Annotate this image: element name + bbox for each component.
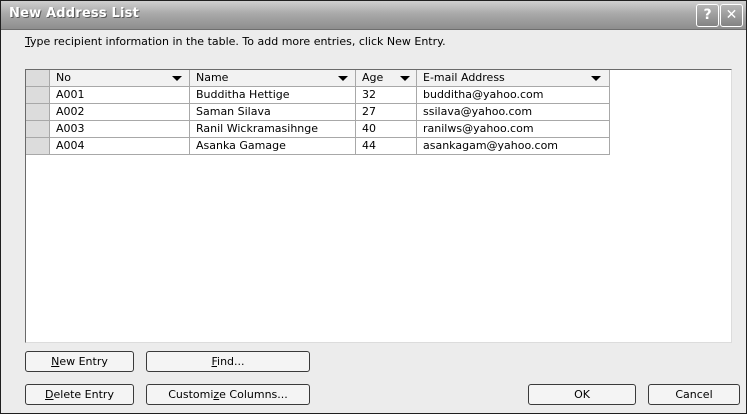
help-button[interactable]: ?: [696, 4, 719, 27]
ok-button[interactable]: OK: [528, 384, 636, 405]
cell-no[interactable]: A004: [50, 138, 190, 155]
row-selector[interactable]: [26, 104, 50, 121]
delete-entry-label: elete Entry: [53, 388, 114, 401]
column-header-age[interactable]: Age: [356, 70, 417, 87]
row-selector[interactable]: [26, 87, 50, 104]
dropdown-arrow-icon[interactable]: [172, 76, 182, 81]
instruction-rest: ype recipient information in the table. …: [30, 35, 446, 48]
dropdown-arrow-icon[interactable]: [338, 76, 348, 81]
title-bar[interactable]: New Address List ? ✕: [1, 1, 746, 30]
column-header-label: E-mail Address: [423, 71, 505, 84]
close-button[interactable]: ✕: [720, 4, 743, 27]
select-all-corner[interactable]: [26, 70, 50, 87]
delete-entry-button[interactable]: Delete Entry: [25, 384, 134, 405]
cell-name[interactable]: Saman Silava: [190, 104, 356, 121]
column-header-name[interactable]: Name: [190, 70, 356, 87]
cell-age[interactable]: 44: [356, 138, 417, 155]
row-selector[interactable]: [26, 121, 50, 138]
delete-entry-mnemonic: D: [45, 388, 54, 401]
column-header-label: No: [56, 71, 71, 84]
cell-email[interactable]: ranilws@yahoo.com: [417, 121, 610, 138]
cell-name[interactable]: Asanka Gamage: [190, 138, 356, 155]
customize-label-start: Customi: [168, 388, 214, 401]
column-header-email[interactable]: E-mail Address: [417, 70, 610, 87]
cell-no[interactable]: A002: [50, 104, 190, 121]
close-icon: ✕: [725, 7, 738, 23]
cell-email[interactable]: ssilava@yahoo.com: [417, 104, 610, 121]
column-header-label: Age: [362, 71, 384, 84]
cell-age[interactable]: 32: [356, 87, 417, 104]
cell-no[interactable]: A003: [50, 121, 190, 138]
cancel-button[interactable]: Cancel: [648, 384, 740, 405]
customize-label-end: e Columns...: [219, 388, 288, 401]
cell-name[interactable]: Ranil Wickramasihnge: [190, 121, 356, 138]
new-address-list-dialog: New Address List ? ✕ Type recipient info…: [0, 0, 747, 414]
new-entry-button[interactable]: New Entry: [25, 351, 134, 372]
find-button[interactable]: Find...: [146, 351, 310, 372]
cell-no[interactable]: A001: [50, 87, 190, 104]
column-header-no[interactable]: No: [50, 70, 190, 87]
customize-columns-button[interactable]: Customize Columns...: [146, 384, 310, 405]
new-entry-label: ew Entry: [59, 355, 108, 368]
dropdown-arrow-icon[interactable]: [400, 76, 410, 81]
instruction-text: Type recipient information in the table.…: [25, 35, 446, 48]
help-icon: ?: [703, 7, 712, 23]
dropdown-arrow-icon[interactable]: [591, 76, 601, 81]
find-label: ind...: [217, 355, 245, 368]
cell-name[interactable]: Budditha Hettige: [190, 87, 356, 104]
cell-email[interactable]: asankagam@yahoo.com: [417, 138, 610, 155]
dialog-title: New Address List: [9, 6, 140, 21]
column-header-label: Name: [196, 71, 229, 84]
cell-age[interactable]: 27: [356, 104, 417, 121]
cell-age[interactable]: 40: [356, 121, 417, 138]
row-selector[interactable]: [26, 138, 50, 155]
recipient-table[interactable]: No Name Age E-mail Address A001 Budditha…: [25, 69, 732, 343]
cell-email[interactable]: budditha@yahoo.com: [417, 87, 610, 104]
